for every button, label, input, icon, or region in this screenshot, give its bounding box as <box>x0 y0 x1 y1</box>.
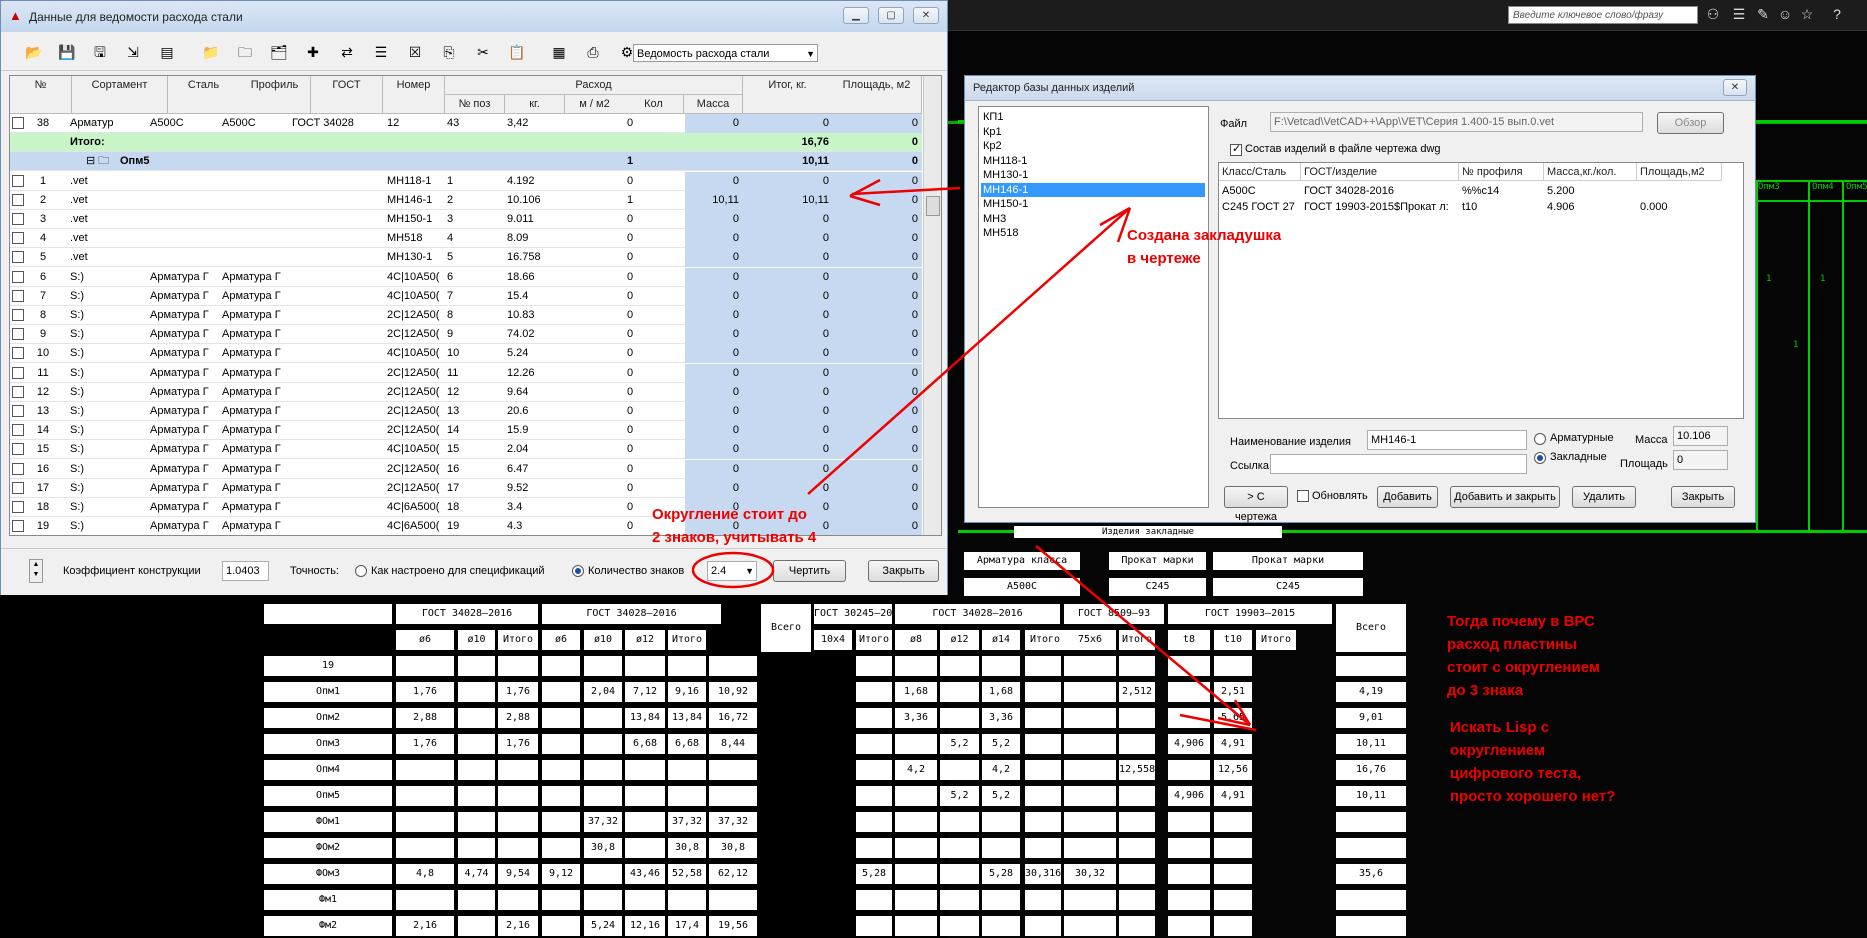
note-bookmark: Создана закладушка в чертеже <box>1127 227 1282 267</box>
arrow-to-list <box>807 207 1131 495</box>
note-lisp: Искать Lisp с округлением цифрового теста,… <box>1450 719 1616 805</box>
note-question: Тогда почему в ВРС расход пластины стоит с… <box>1447 613 1600 699</box>
arrow-to-grid <box>851 186 961 196</box>
arrow-to-table <box>1035 545 1251 726</box>
note-rounding: Округление стоит до 2 знаков, учитывать 4 <box>652 506 817 546</box>
digits-circle <box>691 551 775 589</box>
